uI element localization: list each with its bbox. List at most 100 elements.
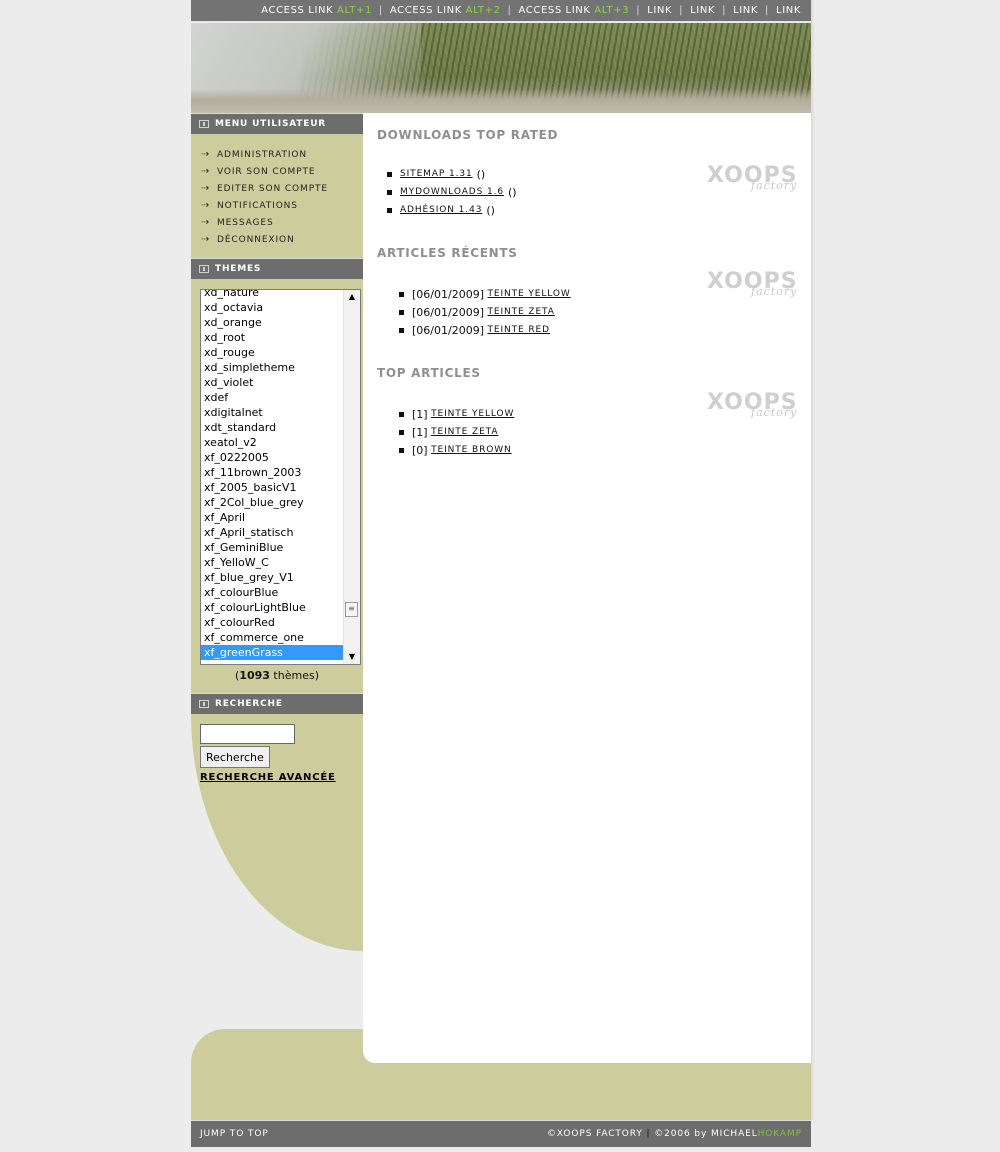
theme-option[interactable]: xf_11brown_2003 [201, 465, 343, 480]
theme-option[interactable]: xf_GeminiBlue [201, 540, 343, 555]
themes-block: xd_nature xd_octavia xd_orange xd_root xd_ro… [191, 279, 363, 693]
download-link[interactable]: SITEMAP 1.31 [400, 169, 473, 179]
menu-item-messages[interactable]: ⇢ MESSAGES [201, 214, 363, 231]
search-input[interactable] [200, 724, 295, 744]
list-item: [1] TEINTE ZETA [399, 423, 514, 441]
search-block: Recherche RECHERCHE AVANCÉE [191, 714, 363, 951]
nav-link-1[interactable]: LINK [647, 5, 672, 16]
search-button[interactable]: Recherche [200, 746, 270, 768]
theme-option[interactable]: xdt_standard [201, 420, 343, 435]
theme-option[interactable]: xf_April_statisch [201, 525, 343, 540]
scroll-thumb[interactable]: ≡ [345, 602, 358, 617]
theme-option[interactable]: xd_rouge [201, 345, 343, 360]
usermenu-title-text: MENU UTILISATEUR [215, 119, 327, 129]
banner-water [191, 89, 811, 113]
usermenu-title: MENU UTILISATEUR [191, 113, 363, 134]
bullet-icon [399, 429, 404, 435]
access-link-1[interactable]: ACCESS LINK ALT+1 [261, 5, 372, 16]
arrow-right-icon: ⇢ [201, 200, 211, 211]
theme-option[interactable]: xdef [201, 390, 343, 405]
theme-option[interactable]: xf_April [201, 510, 343, 525]
list-item: [06/01/2009] TEINTE YELLOW [399, 285, 571, 303]
nav-separator: | [765, 5, 770, 16]
list-item: MYDOWNLOADS 1.6() [387, 183, 517, 201]
nav-link-2[interactable]: LINK [690, 5, 715, 16]
page-wrapper: ACCESS LINK ALT+1 | ACCESS LINK ALT+2 | … [191, 0, 815, 1152]
recent-articles-title: ARTICLES RÉCENTS [377, 246, 518, 260]
theme-option[interactable]: xf_colourLightBlue [201, 600, 343, 615]
menu-item-editer-compte[interactable]: ⇢ EDITER SON COMPTE [201, 180, 363, 197]
nav-link-4[interactable]: LINK [776, 5, 801, 16]
download-link[interactable]: ADHÉSION 1.43 [400, 205, 482, 215]
menu-item-voir-compte[interactable]: ⇢ VOIR SON COMPTE [201, 163, 363, 180]
left-sidebar: MENU UTILISATEUR ⇢ ADMINISTRATION ⇢ VOIR S… [191, 113, 363, 951]
list-item: [1] TEINTE YELLOW [399, 405, 514, 423]
nav-separator: | [507, 5, 512, 16]
access-link-3[interactable]: ACCESS LINK ALT+3 [519, 5, 630, 16]
theme-option[interactable]: xd_nature [201, 290, 343, 300]
theme-option[interactable]: xdigitalnet [201, 405, 343, 420]
bullet-icon [399, 309, 404, 315]
bullet-icon [387, 189, 392, 195]
arrow-right-icon: ⇢ [201, 183, 211, 194]
recent-articles-list: [06/01/2009] TEINTE YELLOW [06/01/2009] … [399, 285, 571, 339]
content-corner [363, 1051, 375, 1063]
block-icon [199, 120, 209, 128]
article-link[interactable]: TEINTE ZETA [487, 307, 554, 317]
scroll-up-icon[interactable]: ▲ [344, 290, 360, 304]
arrow-right-icon: ⇢ [201, 149, 211, 160]
bottom-band [363, 1051, 811, 1120]
xoops-watermark: XOOPS factory [707, 390, 798, 420]
block-icon [199, 265, 209, 273]
list-item: [0] TEINTE BROWN [399, 441, 514, 459]
article-link[interactable]: TEINTE RED [487, 325, 550, 335]
theme-option[interactable]: xd_violet [201, 375, 343, 390]
theme-count: (1093 thèmes) [235, 669, 319, 682]
theme-select-list[interactable]: xd_nature xd_octavia xd_orange xd_root xd_ro… [200, 289, 361, 665]
bullet-icon [399, 411, 404, 417]
article-link[interactable]: TEINTE BROWN [431, 445, 512, 455]
list-item: [06/01/2009] TEINTE ZETA [399, 303, 571, 321]
article-link[interactable]: TEINTE YELLOW [487, 289, 570, 299]
theme-option[interactable]: xeatol_v2 [201, 435, 343, 450]
bullet-icon [387, 171, 392, 177]
jump-to-top-link[interactable]: JUMP TO TOP [200, 1129, 269, 1139]
menu-item-administration[interactable]: ⇢ ADMINISTRATION [201, 146, 363, 163]
theme-option[interactable]: xf_YelloW_C [201, 555, 343, 570]
xoops-watermark: XOOPS factory [707, 163, 798, 193]
scroll-down-icon[interactable]: ▼ [344, 650, 360, 664]
xoops-factory-link[interactable]: ©XOOPS FACTORY [547, 1129, 643, 1139]
article-link[interactable]: TEINTE ZETA [431, 427, 498, 437]
usermenu-block: ⇢ ADMINISTRATION ⇢ VOIR SON COMPTE ⇢ EDITER… [191, 134, 363, 258]
theme-option[interactable]: xf_2Col_blue_grey [201, 495, 343, 510]
bottom-left-decoration [191, 1029, 363, 1120]
theme-option[interactable]: xf_greenGrass [201, 645, 343, 660]
theme-option[interactable]: xd_orange [201, 315, 343, 330]
advanced-search-link[interactable]: RECHERCHE AVANCÉE [200, 772, 363, 783]
footer-credits: ©XOOPS FACTORY | ©2006 by MICHAELHOKAMP [547, 1129, 802, 1139]
menu-item-deconnexion[interactable]: ⇢ DÉCONNEXION [201, 231, 363, 248]
bullet-icon [399, 327, 404, 333]
theme-option[interactable]: xd_simpletheme [201, 360, 343, 375]
access-link-2[interactable]: ACCESS LINK ALT+2 [390, 5, 501, 16]
theme-option[interactable]: xf_commerce_one [201, 630, 343, 645]
downloads-list: SITEMAP 1.31() MYDOWNLOADS 1.6() ADHÉSIO… [387, 165, 517, 219]
theme-option[interactable]: xf_2005_basicV1 [201, 480, 343, 495]
theme-option[interactable]: xf_colourRed [201, 615, 343, 630]
search-title: RECHERCHE [191, 693, 363, 714]
theme-option[interactable]: xf_colourBlue [201, 585, 343, 600]
theme-list-scrollbar[interactable]: ▲ ≡ ▼ [343, 290, 360, 664]
themes-title-text: THEMES [215, 264, 262, 274]
search-title-text: RECHERCHE [215, 699, 283, 709]
nav-separator: | [722, 5, 727, 16]
menu-item-notifications[interactable]: ⇢ NOTIFICATIONS [201, 197, 363, 214]
theme-option[interactable]: xd_root [201, 330, 343, 345]
nav-link-3[interactable]: LINK [733, 5, 758, 16]
arrow-right-icon: ⇢ [201, 166, 211, 177]
download-link[interactable]: MYDOWNLOADS 1.6 [400, 187, 504, 197]
theme-option[interactable]: xd_octavia [201, 300, 343, 315]
theme-option[interactable]: xf_0222005 [201, 450, 343, 465]
theme-option[interactable]: xf_blue_grey_V1 [201, 570, 343, 585]
article-link[interactable]: TEINTE YELLOW [431, 409, 514, 419]
theme-options: xd_nature xd_octavia xd_orange xd_root xd_ro… [201, 290, 343, 660]
